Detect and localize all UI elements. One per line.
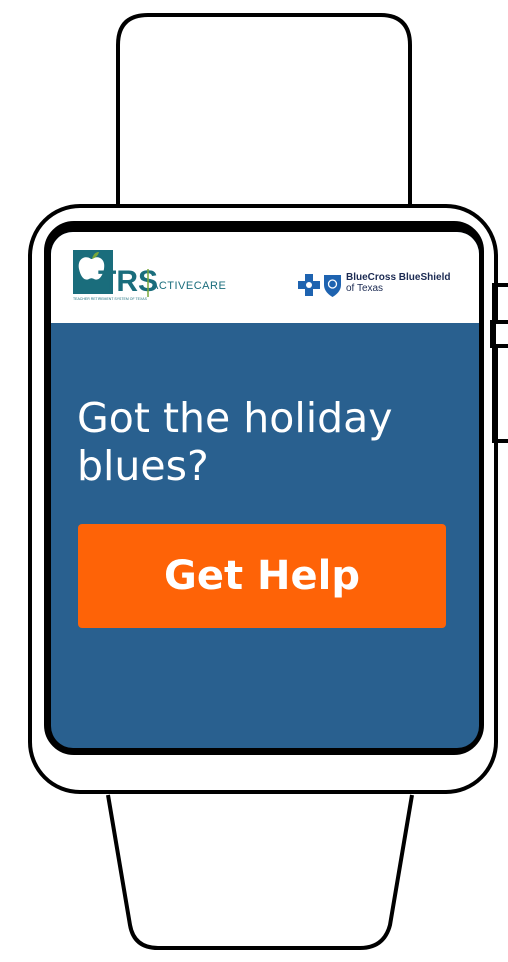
bcbs-marks	[298, 274, 341, 297]
brand-header: TRS ACTIVECARE TEACHER RETIREMENT SYSTEM…	[51, 232, 479, 323]
bcbs-logo: BlueCross BlueShield of Texas	[297, 272, 467, 302]
insurer-name: BlueCross BlueShield	[346, 272, 451, 283]
trs-activecare-logo: TRS ACTIVECARE TEACHER RETIREMENT SYSTEM…	[73, 250, 226, 301]
headline: Got the holiday blues?	[77, 394, 393, 490]
insurer-region: of Texas	[346, 283, 384, 294]
watch-band-top	[116, 13, 412, 205]
trs-initials: TRS	[98, 265, 158, 298]
blue-shield-icon	[324, 275, 341, 297]
watch-band-bottom	[106, 794, 414, 950]
blue-cross-icon	[298, 274, 320, 296]
watch-screen: TRS ACTIVECARE TEACHER RETIREMENT SYSTEM…	[51, 232, 479, 748]
trs-tagline: TEACHER RETIREMENT SYSTEM OF TEXAS	[73, 297, 148, 301]
program-name: ACTIVECARE	[151, 280, 226, 292]
get-help-button[interactable]: Get Help	[78, 524, 446, 628]
